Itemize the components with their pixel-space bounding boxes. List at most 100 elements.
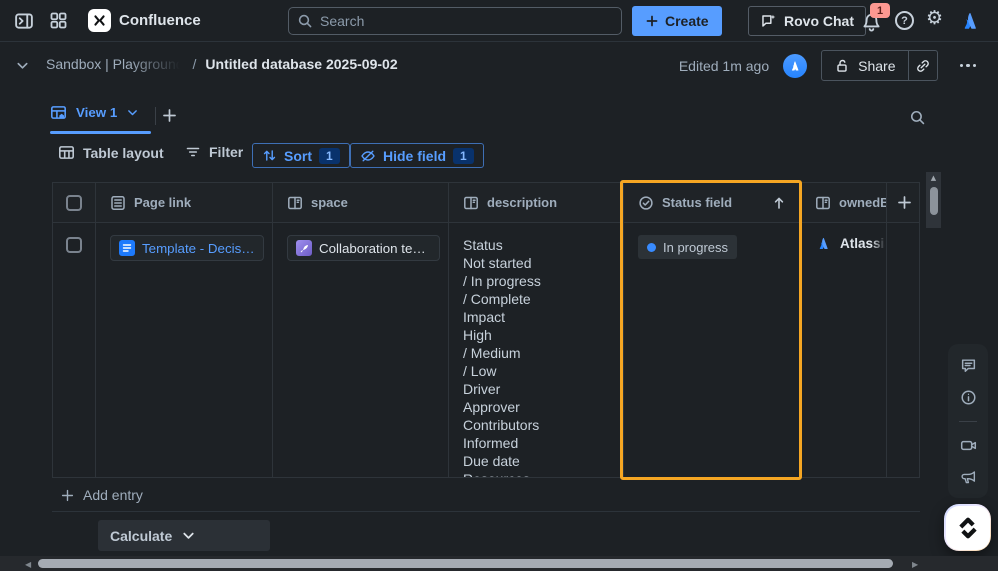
description-line: Contributors [463,417,540,433]
help-icon[interactable]: ? [895,11,914,30]
search-input[interactable] [320,13,613,29]
comments-icon[interactable] [960,357,977,374]
database-toolbar: Table layout Filter Sort 1 Hide field 1 [0,140,998,172]
video-camera-icon[interactable] [960,437,977,454]
description-line: / In progress [463,273,541,289]
book-icon [463,195,479,211]
empty-cell [887,223,919,477]
chevron-down-icon [181,528,196,543]
page-header: Sandbox | Playground / Untitled database… [0,42,998,90]
column-header-description[interactable]: description [449,183,624,222]
select-all-checkbox[interactable] [66,194,82,211]
copy-link-icon[interactable] [907,51,937,80]
top-navigation-bar: Confluence Create Rovo Chat 1 ? ⚙ [0,0,998,42]
edited-timestamp: Edited 1m ago [678,57,770,74]
sort-arrows-icon [262,148,277,163]
scroll-up-arrow-icon[interactable]: ▲ [926,174,941,182]
breadcrumb: Sandbox | Playground / Untitled database… [46,56,398,72]
search-icon [297,13,313,29]
column-header-space[interactable]: space [273,183,449,222]
rovo-chat-button[interactable]: Rovo Chat [748,6,866,36]
info-icon[interactable] [960,389,977,406]
megaphone-icon[interactable] [960,469,977,486]
confluence-home-button[interactable]: Confluence [88,9,201,32]
rovo-logo-icon [957,517,979,539]
description-cell[interactable]: Status Not started / In progress / Complete… [449,223,624,477]
scroll-left-arrow-icon[interactable]: ◀ [25,560,31,569]
view-bar: View 1 [0,98,998,138]
description-line: Not started [463,255,532,271]
share-button[interactable]: Share [822,51,907,80]
settings-gear-icon[interactable]: ⚙ [926,9,943,28]
more-options-icon[interactable] [952,58,985,74]
row-select-cell [53,223,96,477]
add-entry-button[interactable]: Add entry [60,487,143,503]
unlock-icon [834,58,850,74]
description-line: Status [463,237,503,253]
table-layout-icon [58,144,75,161]
divider [959,420,977,422]
view-dropdown-chevron-icon[interactable] [126,106,139,119]
calculate-dropdown[interactable]: Calculate [98,520,270,551]
breadcrumb-separator: / [192,56,197,72]
add-view-button[interactable] [161,107,178,124]
filter-icon [185,144,201,160]
sidebar-toggle-icon[interactable] [8,5,40,37]
scroll-right-arrow-icon[interactable]: ▶ [912,560,918,569]
owned-by-cell[interactable]: Atlassian Sup [801,223,887,477]
divider [155,107,156,125]
rovo-agent-button[interactable] [944,504,991,551]
filter-button[interactable]: Filter [185,144,243,160]
sort-ascending-arrow-icon [771,195,787,211]
column-header-page-link[interactable]: Page link [96,183,273,222]
avatar[interactable] [783,53,808,78]
page-icon [110,195,126,211]
page-link-cell: Template - Decisio... [96,223,273,477]
book-icon [815,195,831,211]
page-title: Untitled database 2025-09-02 [205,56,398,72]
description-line: Impact [463,309,506,325]
table-vertical-scrollbar[interactable]: ▲ [926,172,941,228]
app-switcher-icon[interactable] [42,5,74,37]
page-doc-icon [119,240,135,256]
confluence-database-page: Confluence Create Rovo Chat 1 ? ⚙ [0,0,998,571]
hide-field-count-badge: 1 [453,147,474,164]
table-view-icon [50,104,67,121]
horizontal-scrollbar-thumb[interactable] [38,559,893,568]
select-all-cell [53,183,96,222]
hidden-eye-icon [360,148,376,164]
add-column-button[interactable] [887,183,919,222]
description-line: Informed [463,435,519,451]
owner-name: Atlassian Sup [840,236,886,251]
table-layout-button[interactable]: Table layout [58,144,164,161]
share-button-group: Share [821,50,938,81]
description-line: High [463,327,492,343]
atlassian-logo-icon[interactable] [958,9,982,33]
notifications-bell-icon[interactable]: 1 [861,3,890,34]
breadcrumb-space-link[interactable]: Sandbox | Playground [46,56,184,72]
view-search-icon[interactable] [909,109,926,126]
hide-field-button[interactable]: Hide field 1 [350,143,484,168]
column-header-owned-by[interactable]: ownedBy [801,183,887,222]
breadcrumb-chevron-down-icon[interactable] [15,58,30,73]
space-chip[interactable]: Collaboration temp. [287,235,440,261]
vertical-scrollbar-thumb[interactable] [929,187,938,215]
plus-icon [645,14,659,28]
space-cell: Collaboration temp. [273,223,449,477]
create-button[interactable]: Create [632,6,722,36]
app-name: Confluence [119,12,201,29]
table-header-row: Page link space description Status field [53,183,919,223]
tab-view-1[interactable]: View 1 [50,104,139,121]
row-checkbox[interactable] [66,237,82,253]
page-link-chip[interactable]: Template - Decisio... [110,235,264,261]
status-badge[interactable]: In progress [638,235,738,259]
horizontal-scrollbar[interactable]: ◀ ▶ [0,556,998,571]
status-cell[interactable]: In progress [624,223,801,477]
rocket-icon [296,240,312,256]
book-icon [287,195,303,211]
column-header-status-field[interactable]: Status field [624,183,801,222]
status-dot-icon [647,242,656,252]
sort-button[interactable]: Sort 1 [252,143,350,168]
rovo-chat-icon [760,13,777,30]
global-search[interactable] [288,7,622,35]
